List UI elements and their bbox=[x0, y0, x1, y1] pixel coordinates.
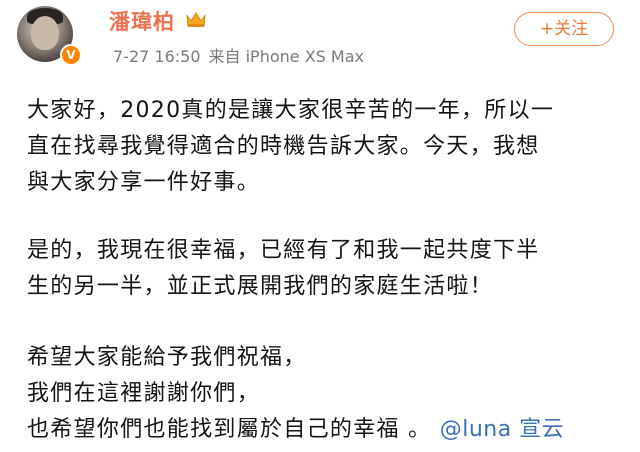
follow-button[interactable]: +关注 bbox=[514, 12, 614, 46]
post-line: 希望大家能給予我們祝福， bbox=[27, 345, 307, 370]
post-meta: 7-27 16:50 来自 iPhone XS Max bbox=[113, 43, 364, 67]
post-line-text: 也希望你們也能找到屬於自己的幸福 。 bbox=[27, 417, 432, 442]
avatar-face bbox=[31, 16, 59, 50]
post-line: 是的，我現在很幸福，已經有了和我一起共度下半 bbox=[27, 238, 540, 263]
post-line: 直在找尋我覺得適合的時機告訴大家。今天，我想 bbox=[27, 134, 540, 159]
username[interactable]: 潘瑋柏 bbox=[109, 6, 175, 36]
weibo-post: V 潘瑋柏 7-27 16:50 来自 iPhone XS Max +关注 大家好… bbox=[0, 0, 640, 452]
watermark: @luna 宣云 bbox=[439, 417, 565, 442]
post-source: 来自 iPhone XS Max bbox=[208, 47, 364, 66]
crown-icon bbox=[186, 12, 206, 27]
post-line: 與大家分享一件好事。 bbox=[27, 170, 261, 195]
post-line: 生的另一半，並正式展開我們的家庭生活啦！ bbox=[27, 274, 494, 299]
post-line: 我們在這裡謝謝你們， bbox=[27, 381, 261, 406]
post-line: 大家好，2020真的是讓大家很辛苦的一年，所以一 bbox=[27, 98, 555, 123]
post-line: 也希望你們也能找到屬於自己的幸福 。 @luna 宣云 bbox=[27, 411, 564, 443]
verified-v-icon: V bbox=[60, 44, 82, 66]
timestamp: 7-27 16:50 bbox=[113, 47, 201, 66]
